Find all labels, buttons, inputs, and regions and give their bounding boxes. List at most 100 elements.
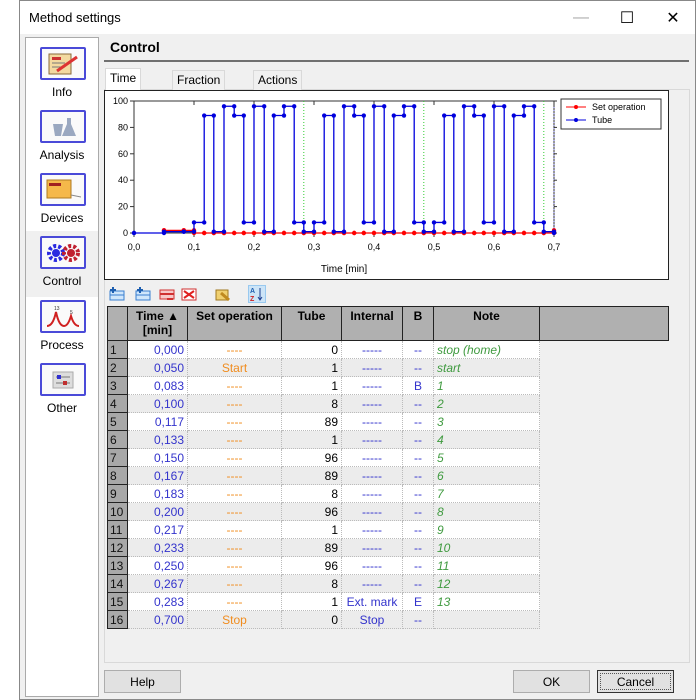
cell-set-operation[interactable]: Stop	[187, 610, 282, 629]
cell-internal[interactable]: -----	[341, 502, 403, 521]
cell-time[interactable]: 0,183	[127, 484, 188, 503]
cell-set-operation[interactable]: ----	[187, 412, 282, 431]
table-row[interactable]: 14 0,267 ---- 8 ----- -- 12	[107, 574, 669, 593]
cell-note[interactable]: 8	[433, 502, 540, 521]
cell-tube[interactable]: 1	[281, 592, 342, 611]
table-row[interactable]: 12 0,233 ---- 89 ----- -- 10	[107, 538, 669, 557]
cell-time[interactable]: 0,050	[127, 358, 188, 377]
cell-time[interactable]: 0,000	[127, 340, 188, 359]
cell-tube[interactable]: 96	[281, 448, 342, 467]
cell-b[interactable]: --	[402, 538, 434, 557]
cell-tube[interactable]: 1	[281, 520, 342, 539]
delete-all-button[interactable]	[180, 285, 198, 303]
cell-internal[interactable]: -----	[341, 412, 403, 431]
cell-internal[interactable]: -----	[341, 520, 403, 539]
table-row[interactable]: 15 0,283 ---- 1 Ext. mark E 13	[107, 592, 669, 611]
cell-internal[interactable]: -----	[341, 448, 403, 467]
table-row[interactable]: 2 0,050 Start 1 ----- -- start	[107, 358, 669, 377]
cell-set-operation[interactable]: ----	[187, 484, 282, 503]
cell-b[interactable]: --	[402, 412, 434, 431]
cell-b[interactable]: --	[402, 430, 434, 449]
cell-tube[interactable]: 8	[281, 484, 342, 503]
table-row[interactable]: 9 0,183 ---- 8 ----- -- 7	[107, 484, 669, 503]
sidebar-item-other[interactable]: Other	[26, 358, 98, 418]
cell-b[interactable]: --	[402, 448, 434, 467]
insert-row-button[interactable]	[108, 285, 126, 303]
cell-internal[interactable]: Ext. mark	[341, 592, 403, 611]
column-header-b[interactable]: B	[402, 306, 434, 341]
cell-time[interactable]: 0,133	[127, 430, 188, 449]
sort-button[interactable]: AZ	[248, 285, 266, 303]
table-row[interactable]: 7 0,150 ---- 96 ----- -- 5	[107, 448, 669, 467]
cell-note[interactable]: 2	[433, 394, 540, 413]
column-header-set-operation[interactable]: Set operation	[187, 306, 282, 341]
cell-b[interactable]: --	[402, 520, 434, 539]
cell-note[interactable]: 12	[433, 574, 540, 593]
cell-note[interactable]: 6	[433, 466, 540, 485]
sidebar-item-devices[interactable]: Devices	[26, 168, 98, 228]
tab-time-table[interactable]: Time table	[105, 68, 142, 103]
cell-tube[interactable]: 89	[281, 412, 342, 431]
table-row[interactable]: 5 0,117 ---- 89 ----- -- 3	[107, 412, 669, 431]
cell-internal[interactable]: -----	[341, 358, 403, 377]
cell-set-operation[interactable]: ----	[187, 520, 282, 539]
cell-b[interactable]: --	[402, 502, 434, 521]
sidebar-item-control[interactable]: Control	[26, 231, 98, 297]
cell-set-operation[interactable]: ----	[187, 376, 282, 395]
cell-set-operation[interactable]: ----	[187, 394, 282, 413]
cell-tube[interactable]: 1	[281, 430, 342, 449]
cell-time[interactable]: 0,700	[127, 610, 188, 629]
column-header-time[interactable]: Time ▲ [min]	[127, 306, 188, 341]
column-header-tube[interactable]: Tube	[281, 306, 342, 341]
cell-internal[interactable]: -----	[341, 394, 403, 413]
maximize-button[interactable]: ☐	[604, 1, 650, 34]
cell-time[interactable]: 0,233	[127, 538, 188, 557]
cell-time[interactable]: 0,117	[127, 412, 188, 431]
cell-tube[interactable]: 8	[281, 574, 342, 593]
close-button[interactable]: ✕	[650, 1, 696, 34]
table-row[interactable]: 11 0,217 ---- 1 ----- -- 9	[107, 520, 669, 539]
cancel-button[interactable]: Cancel	[597, 670, 674, 693]
column-header-note[interactable]: Note	[433, 306, 540, 341]
cell-note[interactable]: 9	[433, 520, 540, 539]
cell-b[interactable]: --	[402, 610, 434, 629]
cell-b[interactable]: B	[402, 376, 434, 395]
cell-set-operation[interactable]: ----	[187, 538, 282, 557]
table-row[interactable]: 10 0,200 ---- 96 ----- -- 8	[107, 502, 669, 521]
cell-tube[interactable]: 1	[281, 376, 342, 395]
cell-tube[interactable]: 8	[281, 394, 342, 413]
cell-b[interactable]: E	[402, 592, 434, 611]
cell-internal[interactable]: -----	[341, 574, 403, 593]
cell-tube[interactable]: 1	[281, 358, 342, 377]
cell-time[interactable]: 0,100	[127, 394, 188, 413]
cell-note[interactable]: 4	[433, 430, 540, 449]
cell-internal[interactable]: -----	[341, 376, 403, 395]
cell-note[interactable]: 1	[433, 376, 540, 395]
cell-tube[interactable]: 0	[281, 340, 342, 359]
cell-internal[interactable]: Stop	[341, 610, 403, 629]
cell-b[interactable]: --	[402, 394, 434, 413]
cell-time[interactable]: 0,267	[127, 574, 188, 593]
cell-time[interactable]: 0,250	[127, 556, 188, 575]
cell-internal[interactable]: -----	[341, 484, 403, 503]
append-row-button[interactable]	[134, 285, 152, 303]
cell-internal[interactable]: -----	[341, 556, 403, 575]
cell-internal[interactable]: -----	[341, 538, 403, 557]
tab-actions[interactable]: Actions	[253, 70, 303, 90]
help-button[interactable]: Help	[104, 670, 181, 693]
cell-b[interactable]: --	[402, 556, 434, 575]
tab-fraction-table[interactable]: Fraction table	[172, 70, 226, 105]
table-row[interactable]: 3 0,083 ---- 1 ----- B 1	[107, 376, 669, 395]
table-row[interactable]: 13 0,250 ---- 96 ----- -- 11	[107, 556, 669, 575]
cell-note[interactable]: stop (home)	[433, 340, 540, 359]
cell-tube[interactable]: 96	[281, 502, 342, 521]
cell-internal[interactable]: -----	[341, 430, 403, 449]
cell-set-operation[interactable]: ----	[187, 340, 282, 359]
cell-b[interactable]: --	[402, 466, 434, 485]
ok-button[interactable]: OK	[513, 670, 590, 693]
sidebar-item-analysis[interactable]: Analysis	[26, 105, 98, 165]
table-row[interactable]: 6 0,133 ---- 1 ----- -- 4	[107, 430, 669, 449]
cell-set-operation[interactable]: ----	[187, 502, 282, 521]
column-header-internal[interactable]: Internal	[341, 306, 403, 341]
cell-note[interactable]: 3	[433, 412, 540, 431]
